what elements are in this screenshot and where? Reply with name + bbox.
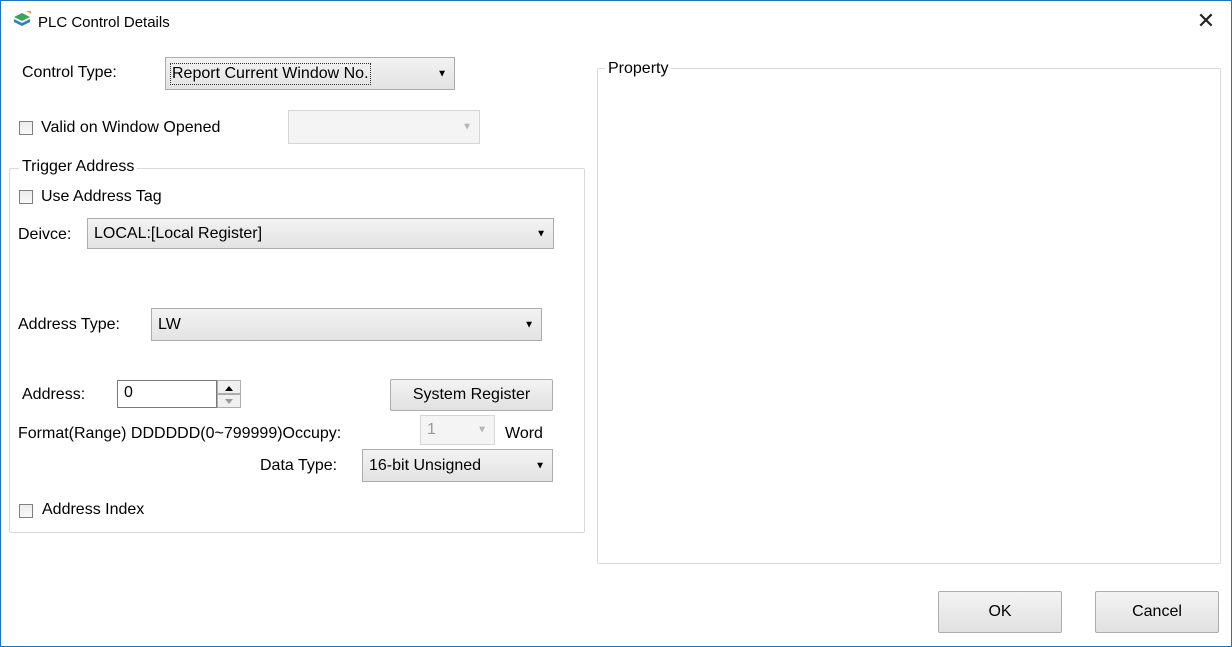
control-type-label: Control Type: xyxy=(22,64,117,81)
window-title: PLC Control Details xyxy=(38,14,170,31)
device-label: Deivce: xyxy=(18,226,72,243)
trigger-address-legend: Trigger Address xyxy=(19,157,138,177)
system-register-button[interactable]: System Register xyxy=(390,379,553,411)
cancel-button[interactable]: Cancel xyxy=(1095,591,1219,633)
ok-button[interactable]: OK xyxy=(938,591,1062,633)
property-legend: Property xyxy=(605,59,672,79)
address-type-select[interactable]: LW ▼ xyxy=(151,308,542,341)
spin-down-button[interactable] xyxy=(217,394,241,408)
chevron-down-icon: ▼ xyxy=(437,68,447,79)
device-select[interactable]: LOCAL:[Local Register] ▼ xyxy=(87,218,554,249)
occupy-value: 1 xyxy=(427,421,436,438)
chevron-down-icon: ▼ xyxy=(536,228,546,239)
occupy-unit-label: Word xyxy=(505,425,543,442)
property-group xyxy=(597,68,1221,564)
window-opened-select[interactable]: ▼ xyxy=(288,110,480,144)
chevron-down-icon: ▼ xyxy=(524,319,534,330)
valid-on-window-opened-label: Valid on Window Opened xyxy=(41,119,221,136)
data-type-label: Data Type: xyxy=(260,457,338,474)
data-type-select[interactable]: 16-bit Unsigned ▼ xyxy=(362,449,553,482)
address-label: Address: xyxy=(22,386,86,403)
address-index-checkbox[interactable] xyxy=(19,504,33,518)
format-range-label: Format(Range) DDDDDD(0~799999)Occupy: xyxy=(18,425,342,442)
use-address-tag-checkbox[interactable] xyxy=(19,190,33,204)
control-type-select[interactable]: Report Current Window No. ▼ xyxy=(165,57,455,90)
device-value: LOCAL:[Local Register] xyxy=(94,224,263,242)
chevron-down-icon: ▼ xyxy=(462,121,472,133)
spin-down-icon xyxy=(225,399,233,404)
chevron-down-icon: ▼ xyxy=(477,424,487,436)
address-type-value: LW xyxy=(158,315,181,333)
spin-up-button[interactable] xyxy=(217,380,241,394)
app-icon xyxy=(12,10,32,30)
address-index-label: Address Index xyxy=(42,501,145,518)
chevron-down-icon: ▼ xyxy=(535,460,545,471)
address-input[interactable]: 0 xyxy=(117,380,217,408)
data-type-value: 16-bit Unsigned xyxy=(369,456,482,474)
spin-up-icon xyxy=(225,386,233,391)
occupy-select[interactable]: 1 ▼ xyxy=(420,415,495,445)
valid-on-window-opened-checkbox[interactable] xyxy=(19,121,33,135)
use-address-tag-label: Use Address Tag xyxy=(41,188,162,205)
address-type-label: Address Type: xyxy=(18,316,120,333)
close-icon[interactable]: ✕ xyxy=(1193,8,1219,34)
control-type-value: Report Current Window No. xyxy=(170,62,371,85)
